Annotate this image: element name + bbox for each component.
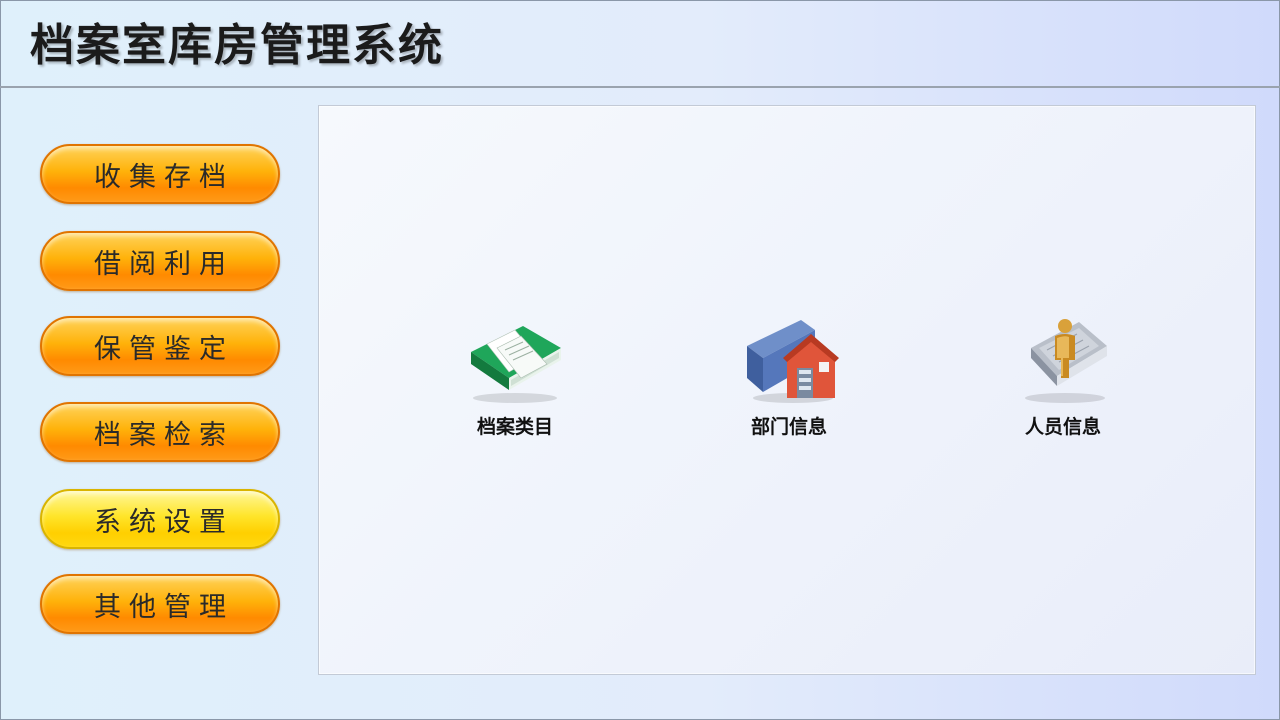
main-panel: 档案类目 部门信息 人员信息 bbox=[318, 105, 1256, 675]
nav-button-collect-archive[interactable]: 收集存档 bbox=[40, 144, 280, 204]
nav-button-label: 借阅利用 bbox=[94, 248, 234, 280]
nav-button-borrow-use[interactable]: 借阅利用 bbox=[40, 231, 280, 291]
app-header: 档案室库房管理系统 bbox=[0, 0, 1280, 88]
nav-button-label: 系统设置 bbox=[94, 506, 234, 538]
nav-button-label: 其他管理 bbox=[94, 591, 234, 623]
tile-label: 人员信息 bbox=[1024, 416, 1101, 438]
nav-button-label: 收集存档 bbox=[94, 161, 234, 193]
folder-house-icon bbox=[747, 320, 839, 403]
tile-label: 档案类目 bbox=[476, 416, 553, 438]
tile-archive-categories[interactable]: 档案类目 bbox=[445, 312, 585, 439]
nav-button-archive-search[interactable]: 档案检索 bbox=[40, 402, 280, 462]
person-document-icon bbox=[1025, 319, 1107, 403]
nav-button-label: 档案检索 bbox=[94, 419, 234, 451]
tile-personnel-info[interactable]: 人员信息 bbox=[993, 312, 1133, 439]
nav-button-label: 保管鉴定 bbox=[94, 333, 234, 365]
nav-button-other-management[interactable]: 其他管理 bbox=[40, 574, 280, 634]
nav-button-system-settings[interactable]: 系统设置 bbox=[40, 489, 280, 549]
nav-button-custody-appraisal[interactable]: 保管鉴定 bbox=[40, 316, 280, 376]
tile-department-info[interactable]: 部门信息 bbox=[719, 312, 859, 439]
green-book-icon bbox=[471, 326, 561, 403]
app-title: 档案室库房管理系统 bbox=[30, 20, 444, 71]
tile-label: 部门信息 bbox=[750, 416, 827, 438]
